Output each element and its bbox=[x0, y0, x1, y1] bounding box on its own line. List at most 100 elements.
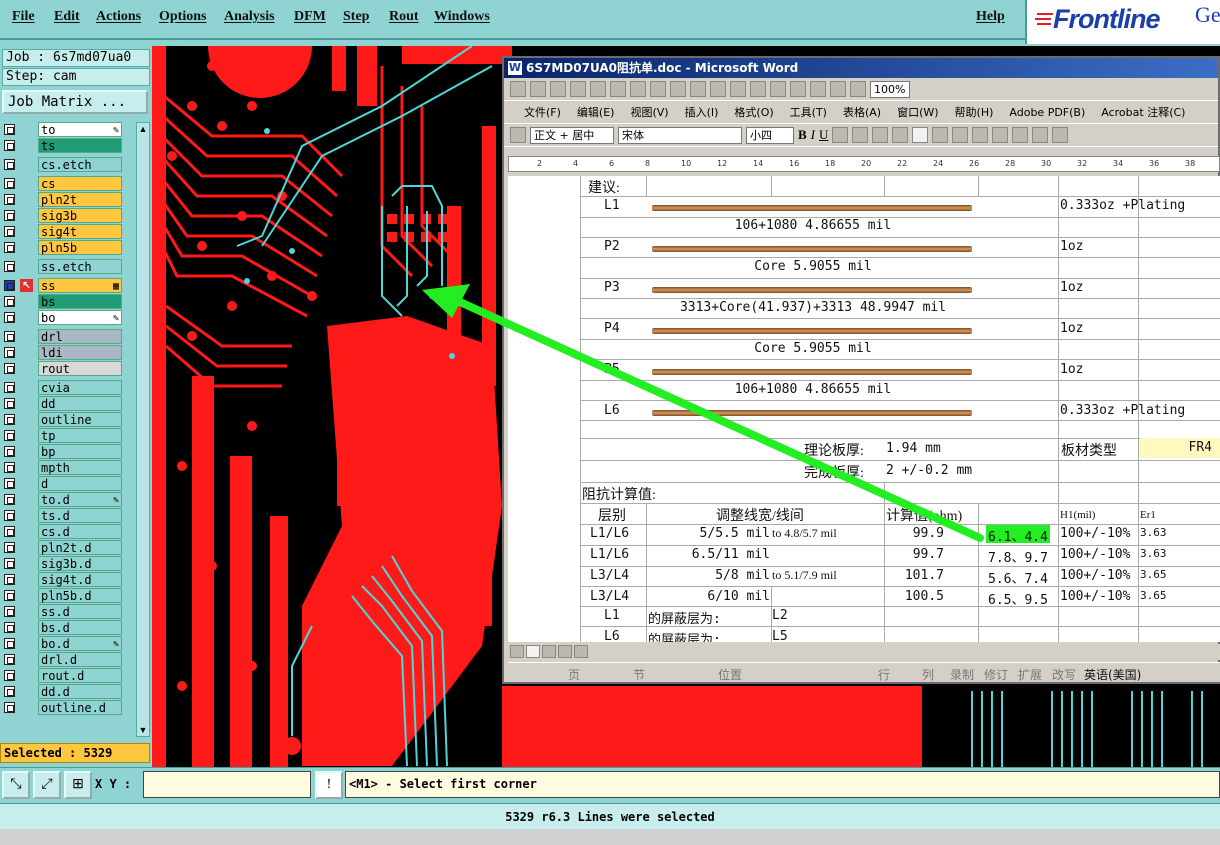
layer-name[interactable]: drl.d bbox=[38, 652, 122, 667]
layer-checkbox[interactable] bbox=[4, 331, 15, 342]
status-record[interactable]: 录制 bbox=[950, 666, 974, 683]
status-extend[interactable]: 扩展 bbox=[1018, 666, 1042, 683]
layer-row[interactable]: dd bbox=[2, 396, 136, 411]
paste-icon[interactable] bbox=[710, 81, 726, 97]
layer-checkbox[interactable] bbox=[4, 606, 15, 617]
drawing-icon[interactable] bbox=[850, 81, 866, 97]
status-track[interactable]: 修订 bbox=[984, 666, 1008, 683]
style-select[interactable]: 正文 + 居中 bbox=[530, 126, 614, 144]
layer-name[interactable]: bo.d ✎ bbox=[38, 636, 122, 651]
word-menu-table[interactable]: 表格(A) bbox=[843, 104, 881, 120]
layer-row[interactable]: to ✎ bbox=[2, 122, 136, 137]
layer-checkbox[interactable] bbox=[4, 140, 15, 151]
layer-checkbox[interactable] bbox=[4, 590, 15, 601]
copy-icon[interactable] bbox=[690, 81, 706, 97]
layer-checkbox[interactable] bbox=[4, 242, 15, 253]
layer-checkbox[interactable] bbox=[4, 194, 15, 205]
layer-row[interactable]: sig4t bbox=[2, 224, 136, 239]
layer-checkbox[interactable] bbox=[4, 478, 15, 489]
layer-row[interactable]: ts bbox=[2, 138, 136, 153]
layer-name[interactable]: to ✎ bbox=[38, 122, 122, 137]
layer-row[interactable]: pln2t.d bbox=[2, 540, 136, 555]
layer-row[interactable]: sig3b.d bbox=[2, 556, 136, 571]
menu-help[interactable]: Help bbox=[976, 9, 1005, 25]
layer-row[interactable]: tp bbox=[2, 428, 136, 443]
layer-checkbox[interactable] bbox=[4, 446, 15, 457]
word-menu-format[interactable]: 格式(O) bbox=[734, 104, 773, 120]
zoom-fit-icon[interactable]: ⤡ bbox=[2, 771, 30, 799]
layer-name[interactable]: sig4t bbox=[38, 224, 122, 239]
layer-row[interactable]: outline bbox=[2, 412, 136, 427]
menu-dfm[interactable]: DFM bbox=[294, 9, 326, 25]
layer-name[interactable]: outline bbox=[38, 412, 122, 427]
grid-snap-icon[interactable]: ⊞ bbox=[64, 771, 92, 799]
scroll-up-icon[interactable]: ▲ bbox=[138, 124, 148, 134]
word-window[interactable]: W 6S7MD07UA0阻抗单.doc - Microsoft Word 100… bbox=[502, 56, 1220, 684]
layer-row[interactable]: ss.etch bbox=[2, 259, 136, 274]
layer-row[interactable]: cvia bbox=[2, 380, 136, 395]
format-painter-icon[interactable] bbox=[730, 81, 746, 97]
word-menu-edit[interactable]: 编辑(E) bbox=[577, 104, 615, 120]
scroll-down-icon[interactable]: ▼ bbox=[138, 725, 148, 735]
outline-view-icon[interactable] bbox=[558, 645, 572, 658]
menu-file[interactable]: File bbox=[12, 9, 35, 25]
layer-row[interactable]: pln5b bbox=[2, 240, 136, 255]
layer-name[interactable]: ss.d bbox=[38, 604, 122, 619]
layer-checkbox[interactable] bbox=[4, 670, 15, 681]
layer-row[interactable]: ts.d bbox=[2, 508, 136, 523]
layer-name[interactable]: d bbox=[38, 476, 122, 491]
font-select[interactable]: 宋体 bbox=[618, 126, 742, 144]
layer-row[interactable]: to.d ✎ bbox=[2, 492, 136, 507]
layer-name[interactable]: to.d ✎ bbox=[38, 492, 122, 507]
cut-icon[interactable] bbox=[670, 81, 686, 97]
layer-name[interactable]: pln5b bbox=[38, 240, 122, 255]
word-menu-acrobat[interactable]: Acrobat 注释(C) bbox=[1101, 104, 1185, 120]
hyperlink-icon[interactable] bbox=[790, 81, 806, 97]
layer-name[interactable]: dd.d bbox=[38, 684, 122, 699]
layer-name[interactable]: ss.etch bbox=[38, 259, 122, 274]
layer-name[interactable]: tp bbox=[38, 428, 122, 443]
layer-name[interactable]: ss ▦ bbox=[38, 278, 122, 293]
word-title-bar[interactable]: W 6S7MD07UA0阻抗单.doc - Microsoft Word bbox=[504, 58, 1218, 78]
shading-icon[interactable] bbox=[852, 127, 869, 143]
save-icon[interactable] bbox=[550, 81, 566, 97]
layer-row[interactable]: drl bbox=[2, 329, 136, 344]
menu-step[interactable]: Step bbox=[343, 9, 369, 25]
redo-icon[interactable] bbox=[770, 81, 786, 97]
layer-row[interactable]: rout bbox=[2, 361, 136, 376]
document-page[interactable]: 建议: L1 0.333oz +Plating 106+1080 4.86655 m… bbox=[508, 176, 1220, 642]
word-menu-adobe-pdf[interactable]: Adobe PDF(B) bbox=[1009, 106, 1085, 119]
layer-row[interactable]: ss.d bbox=[2, 604, 136, 619]
layer-checkbox[interactable] bbox=[4, 510, 15, 521]
menu-edit[interactable]: Edit bbox=[54, 9, 80, 25]
layer-row[interactable]: d bbox=[2, 476, 136, 491]
layer-checkbox[interactable] bbox=[4, 312, 15, 323]
layer-row[interactable]: bs bbox=[2, 294, 136, 309]
layer-checkbox[interactable] bbox=[4, 414, 15, 425]
zoom-area-icon[interactable]: ⤢ bbox=[33, 771, 61, 799]
layer-name[interactable]: bs bbox=[38, 294, 122, 309]
layer-checkbox[interactable] bbox=[4, 430, 15, 441]
layer-row[interactable]: bs.d bbox=[2, 620, 136, 635]
layer-name[interactable]: pln2t.d bbox=[38, 540, 122, 555]
layer-name[interactable]: bp bbox=[38, 444, 122, 459]
print-icon[interactable] bbox=[590, 81, 606, 97]
layer-name[interactable]: cs.d bbox=[38, 524, 122, 539]
layer-checkbox[interactable] bbox=[4, 398, 15, 409]
layer-row[interactable]: outline.d bbox=[2, 700, 136, 715]
layer-checkbox[interactable] bbox=[4, 210, 15, 221]
layer-checkbox[interactable] bbox=[4, 638, 15, 649]
job-matrix-button[interactable]: Job Matrix ... bbox=[2, 90, 148, 114]
layer-checkbox[interactable] bbox=[4, 622, 15, 633]
numbering-icon[interactable] bbox=[992, 127, 1009, 143]
bullets-icon[interactable] bbox=[1012, 127, 1029, 143]
menu-windows[interactable]: Windows bbox=[434, 9, 490, 25]
layer-name[interactable]: pln2t bbox=[38, 192, 122, 207]
decrease-indent-icon[interactable] bbox=[1032, 127, 1049, 143]
layer-name[interactable]: cvia bbox=[38, 380, 122, 395]
permission-icon[interactable] bbox=[570, 81, 586, 97]
new-doc-icon[interactable] bbox=[510, 81, 526, 97]
layer-row[interactable]: bp bbox=[2, 444, 136, 459]
layer-list-scrollbar[interactable]: ▲ ▼ bbox=[136, 122, 150, 737]
layer-row[interactable]: cs.etch bbox=[2, 157, 136, 172]
